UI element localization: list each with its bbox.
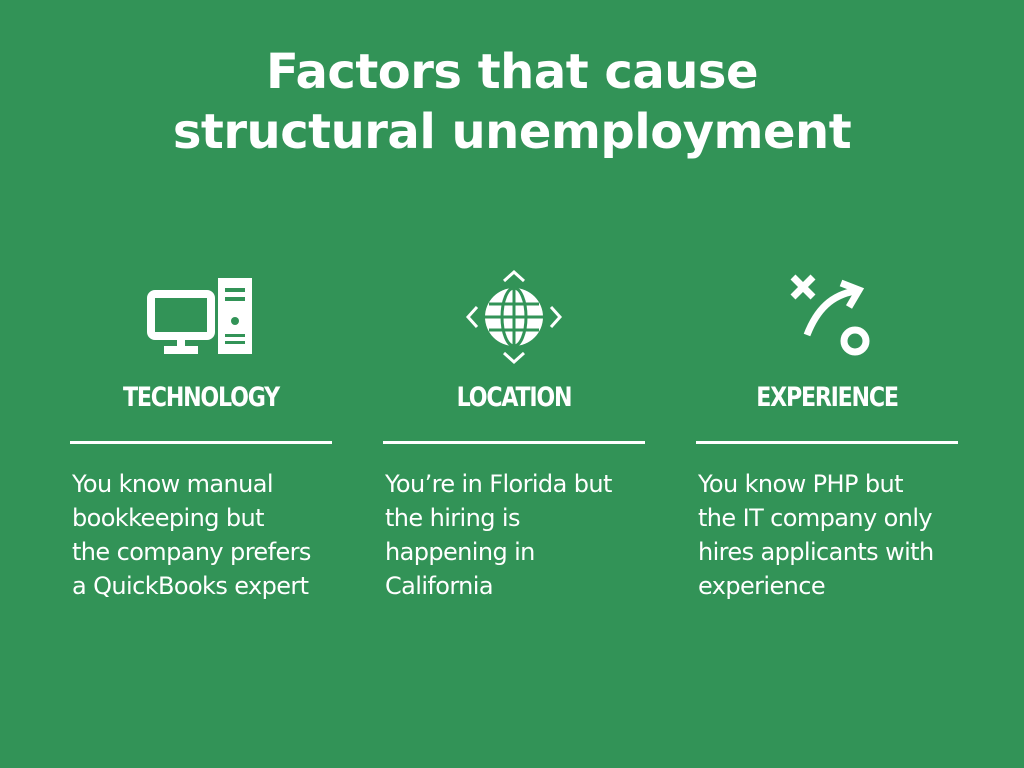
title-line-2: structural unemployment: [172, 104, 852, 160]
factor-technology: TECHNOLOGY You know manual bookkeeping b…: [70, 262, 332, 603]
factor-description: You’re in Florida but the hiring is happ…: [385, 470, 612, 600]
factor-experience: EXPERIENCE You know PHP but the IT compa…: [696, 262, 958, 603]
factor-description: You know PHP but the IT company only hir…: [698, 470, 934, 600]
divider: [696, 441, 958, 444]
slide-title: Factors that cause structural unemployme…: [0, 42, 1024, 162]
factor-heading: LOCATION: [456, 382, 573, 413]
divider: [383, 441, 645, 444]
globe-icon: [383, 262, 645, 372]
computer-icon: [70, 262, 332, 372]
factor-description: You know manual bookkeeping but the comp…: [72, 470, 311, 600]
factor-location: LOCATION You’re in Florida but the hirin…: [383, 262, 645, 603]
strategy-play-icon: [696, 262, 958, 372]
factor-heading: EXPERIENCE: [756, 382, 899, 413]
title-line-1: Factors that cause: [266, 44, 759, 100]
factor-heading: TECHNOLOGY: [123, 382, 280, 413]
divider: [70, 441, 332, 444]
